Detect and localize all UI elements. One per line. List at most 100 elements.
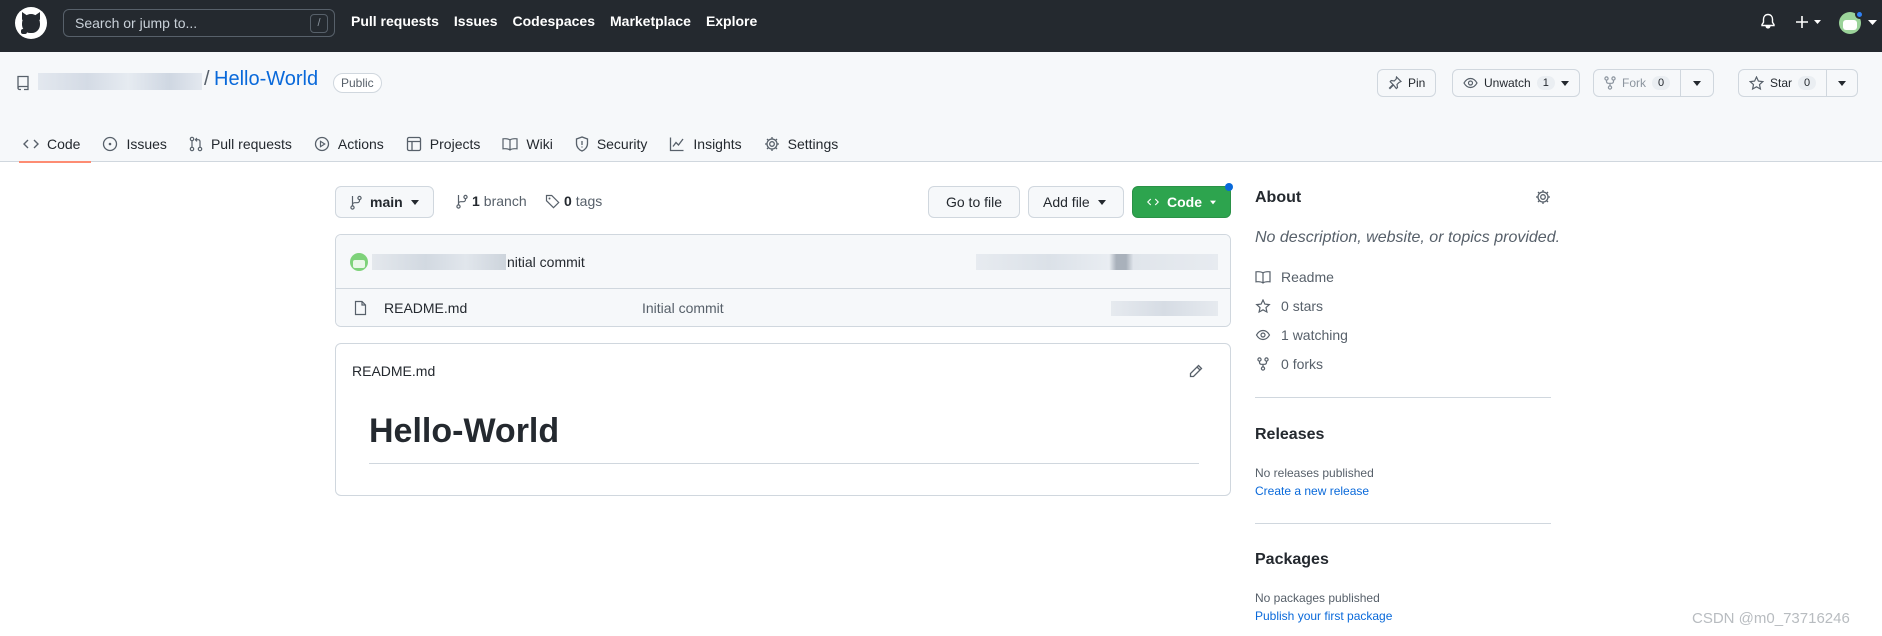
search-placeholder: Search or jump to... (75, 15, 198, 31)
readme-panel: README.md Hello-World (335, 343, 1231, 496)
branch-label: branch (483, 193, 527, 209)
create-new-plus-icon[interactable] (1795, 14, 1823, 30)
code-button-label: Code (1167, 194, 1202, 210)
tab-wiki-label: Wiki (526, 136, 553, 152)
fork-button[interactable]: Fork 0 (1593, 69, 1715, 97)
tab-actions[interactable]: Actions (303, 126, 395, 162)
star-dropdown[interactable] (1826, 70, 1857, 96)
commit-author-avatar[interactable] (350, 253, 368, 271)
releases-title[interactable]: Releases (1255, 426, 1324, 444)
notifications-bell-icon[interactable] (1760, 13, 1776, 30)
code-icon (1147, 198, 1159, 206)
commit-author-blurred[interactable] (372, 254, 506, 270)
stars-link[interactable]: 0 stars (1255, 298, 1323, 314)
create-release-link[interactable]: Create a new release (1255, 484, 1369, 498)
fork-icon (1604, 76, 1616, 90)
tab-settings[interactable]: Settings (753, 126, 850, 162)
pin-button[interactable]: Pin (1377, 69, 1437, 97)
file-icon (354, 300, 367, 316)
github-logo-icon[interactable] (15, 7, 47, 39)
tab-code[interactable]: Code (19, 126, 92, 163)
code-dropdown-button[interactable]: Code (1132, 186, 1231, 218)
publish-package-link[interactable]: Publish your first package (1255, 609, 1392, 623)
file-browser: nitial commit README.md Initial commit (335, 234, 1231, 327)
go-to-file-button[interactable]: Go to file (928, 186, 1020, 218)
edit-pencil-icon[interactable] (1189, 364, 1203, 378)
branch-select-button[interactable]: main (335, 186, 434, 218)
tab-insights-label: Insights (693, 136, 742, 152)
about-description: No description, website, or topics provi… (1255, 229, 1561, 246)
forks-label: forks (1292, 356, 1324, 372)
tab-issues[interactable]: Issues (91, 126, 177, 162)
branches-link[interactable]: 1 branch (456, 193, 527, 209)
go-to-file-label: Go to file (945, 194, 1003, 210)
tab-projects[interactable]: Projects (395, 126, 492, 162)
sidebar-divider (1255, 397, 1551, 398)
repo-path-separator: / (204, 68, 210, 90)
nav-marketplace[interactable]: Marketplace (610, 13, 691, 29)
tab-actions-label: Actions (337, 136, 384, 152)
latest-commit-row: nitial commit (336, 235, 1230, 289)
fork-dropdown[interactable] (1680, 70, 1713, 96)
latest-commit-message[interactable]: nitial commit (507, 254, 585, 270)
watch-count: 1 (1536, 76, 1555, 90)
about-settings-gear-icon[interactable] (1535, 189, 1551, 205)
readme-link-label: Readme (1281, 269, 1334, 285)
tag-icon (545, 194, 560, 209)
eye-icon (1255, 329, 1271, 341)
owner-name-blurred[interactable] (38, 73, 202, 90)
nav-issues[interactable]: Issues (454, 13, 498, 29)
unwatch-label: Unwatch (1484, 76, 1531, 90)
code-button-indicator-dot (1225, 183, 1233, 191)
add-file-label: Add file (1043, 194, 1090, 210)
readme-link[interactable]: Readme (1255, 269, 1334, 285)
tag-label: tags (575, 193, 603, 209)
packages-title[interactable]: Packages (1255, 551, 1329, 569)
tab-pull-requests[interactable]: Pull requests (178, 126, 303, 162)
nav-pull-requests[interactable]: Pull requests (351, 13, 439, 29)
tags-link[interactable]: 0 tags (545, 193, 602, 209)
commit-hash-blurred[interactable] (976, 254, 1218, 270)
pin-icon (1388, 76, 1402, 90)
nav-codespaces[interactable]: Codespaces (513, 13, 595, 29)
tab-insights[interactable]: Insights (658, 126, 752, 162)
global-nav: Pull requests Issues Codespaces Marketpl… (351, 13, 757, 29)
fork-count: 0 (1652, 76, 1671, 90)
unwatch-button[interactable]: Unwatch 1 (1452, 69, 1580, 97)
table-icon (406, 136, 421, 152)
fork-icon (1257, 357, 1269, 371)
global-header: Search or jump to... / Pull requests Iss… (0, 0, 1882, 52)
star-button[interactable]: Star 0 (1738, 69, 1859, 97)
csdn-watermark: CSDN @m0_73716246 (1692, 610, 1850, 627)
tab-security[interactable]: Security (564, 126, 659, 162)
tab-settings-label: Settings (787, 136, 839, 152)
about-title: About (1255, 189, 1302, 206)
star-label: Star (1770, 76, 1793, 90)
readme-title[interactable]: README.md (352, 363, 435, 379)
tag-count: 0 (564, 193, 572, 209)
chevron-down-icon (1210, 200, 1216, 204)
watching-link[interactable]: 1 watching (1255, 327, 1348, 343)
repo-name-link[interactable]: Hello-World (214, 68, 318, 91)
tab-wiki[interactable]: Wiki (491, 126, 563, 162)
watching-count: 1 (1281, 327, 1289, 343)
tab-pull-requests-label: Pull requests (210, 136, 292, 152)
repo-icon (16, 75, 30, 91)
book-icon (502, 138, 518, 151)
readme-heading-divider (369, 463, 1199, 464)
file-commit-link[interactable]: Initial commit (642, 300, 724, 316)
readme-heading: Hello-World (369, 412, 560, 450)
stars-label: stars (1292, 298, 1324, 314)
search-input[interactable]: Search or jump to... / (63, 9, 335, 37)
file-name-link[interactable]: README.md (384, 300, 467, 316)
releases-note: No releases published (1255, 466, 1374, 480)
search-shortcut-key: / (310, 14, 328, 33)
nav-explore[interactable]: Explore (706, 13, 757, 29)
chevron-down-icon (1693, 80, 1702, 86)
avatar-status-dot (1855, 10, 1864, 19)
add-file-button[interactable]: Add file (1028, 186, 1124, 218)
avatar-caret-icon[interactable] (1868, 20, 1877, 26)
forks-count: 0 (1281, 356, 1289, 372)
forks-link[interactable]: 0 forks (1255, 356, 1323, 372)
branch-icon (456, 194, 468, 209)
